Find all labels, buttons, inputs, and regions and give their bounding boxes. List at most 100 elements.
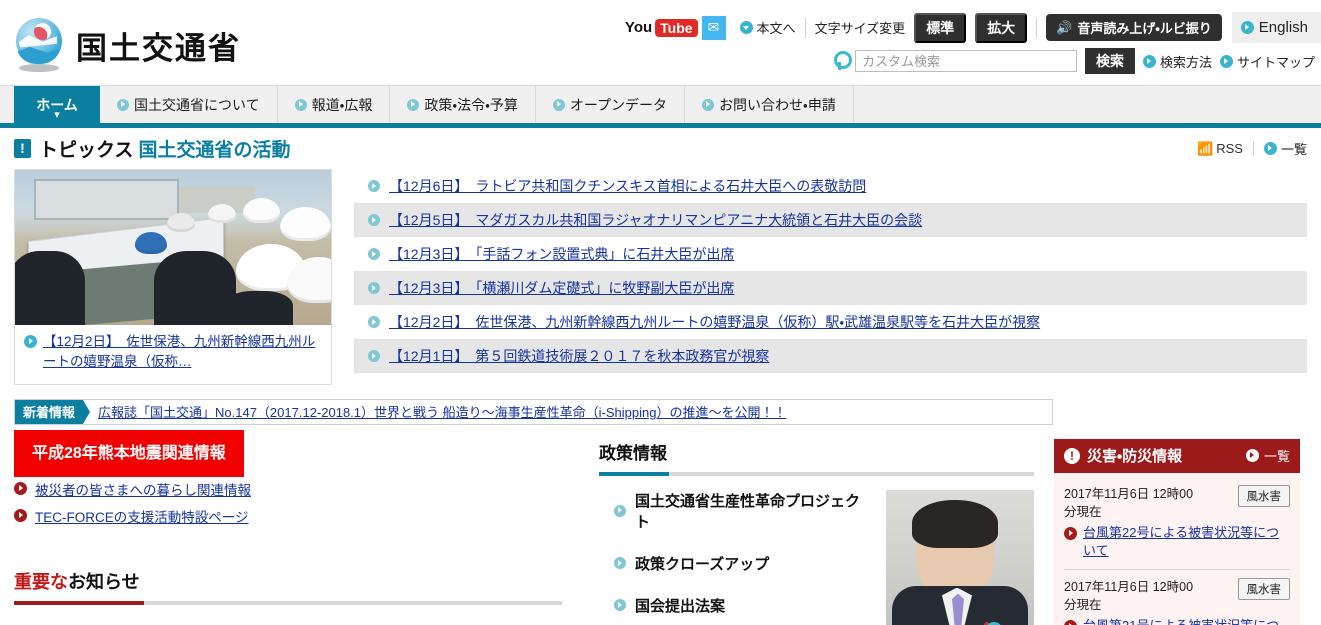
chevron-right-icon (1142, 54, 1156, 68)
header-utility-bar: You Tube ✉ 本文へ 文字サイズ変更 標準 拡大 🔊 音声読み上げ・ルビ振… (625, 12, 1321, 43)
chevron-right-icon (552, 98, 565, 111)
search-method-link[interactable]: 検索方法 (1142, 52, 1212, 71)
chevron-right-icon (294, 98, 307, 111)
voice-reader-button[interactable]: 🔊 音声読み上げ・ルビ振り (1046, 14, 1222, 41)
font-size-standard-button[interactable]: 標準 (914, 12, 967, 43)
chevron-right-icon (614, 557, 626, 569)
nav-item-about[interactable]: 国土交通省について (100, 86, 278, 123)
site-logo-link[interactable]: 国土交通省 (14, 18, 241, 72)
divider (804, 17, 806, 38)
chevron-right-icon (24, 335, 37, 348)
nav-item-opendata[interactable]: オープンデータ (536, 86, 686, 123)
chevron-right-icon (1245, 449, 1259, 462)
topics-featured-photo (15, 170, 331, 325)
nav-item-policy[interactable]: 政策・法令・予算 (390, 86, 536, 123)
chevron-right-icon (1064, 620, 1077, 625)
search-input[interactable] (854, 50, 1077, 72)
list-item[interactable]: 【12月3日】 「手話フォン設置式典」に石井大臣が出席 (354, 237, 1307, 271)
chevron-right-icon (1064, 526, 1077, 540)
list-item: 2017年11月6日 12時00分現在 風水害 台風第22号による被害状況等につ… (1064, 477, 1290, 571)
chevron-right-icon (614, 599, 626, 611)
topics-title: トピックス 国土交通省の活動 (39, 139, 291, 161)
speaker-icon: 🔊 (1056, 19, 1073, 35)
section-rule (599, 471, 1034, 476)
tag-arrow-icon (83, 399, 91, 424)
nav-item-home[interactable]: ホーム ▾ (14, 86, 100, 123)
topics-header: ! トピックス 国土交通省の活動 📶 RSS 一覧 (14, 132, 1307, 164)
list-item[interactable]: 【12月2日】 佐世保港、九州新幹線西九州ルートの嬉野温泉（仮称）駅・武雄温泉駅… (354, 305, 1307, 339)
disaster-items: 2017年11月6日 12時00分現在 風水害 台風第22号による被害状況等につ… (1054, 472, 1300, 625)
status-badge: 風水害 (1237, 484, 1290, 507)
rss-link[interactable]: 📶 RSS (1197, 141, 1243, 157)
topics-featured-card[interactable]: 【12月2日】 佐世保港、九州新幹線西九州ルートの嬉野温泉（仮称… (14, 169, 332, 385)
chevron-right-icon (368, 248, 380, 260)
list-item[interactable]: 【12月3日】 「横瀬川ダム定礎式」に牧野副大臣が出席 (354, 271, 1307, 305)
youtube-icon[interactable]: You Tube (625, 18, 698, 37)
left-column: 平成28年熊本地震関連情報 被災者の皆さまへの暮らし関連情報 TEC-FORCE… (14, 429, 562, 605)
new-information-tag: 新着情報 (15, 399, 84, 424)
topics-featured-caption[interactable]: 【12月2日】 佐世保港、九州新幹線西九州ルートの嬉野温泉（仮称… (15, 325, 331, 384)
left-column-links: 被災者の皆さまへの暮らし関連情報 TEC-FORCEの支援活動特設ページ (14, 479, 562, 526)
chevron-right-icon (117, 98, 129, 111)
list-item[interactable]: 【12月1日】 第５回鉄道技術展２０１７を秋本政務官が視察 (354, 339, 1307, 373)
list-item: 2017年11月6日 12時00分現在 風水害 台風第21号による被害状況等につ… (1064, 570, 1290, 625)
list-item[interactable]: 政策クローズアップ (599, 553, 872, 574)
chevron-right-icon (1219, 54, 1233, 68)
disaster-timestamp: 2017年11月6日 12時00分現在 (1064, 486, 1194, 519)
topics-section: ! トピックス 国土交通省の活動 📶 RSS 一覧 【12月2日】 佐世保港、九… (0, 123, 1321, 385)
policy-links: 国土交通省生産性革命プロジェクト 政策クローズアップ 国会提出法案 パブリックコ… (599, 490, 872, 625)
status-badge: 風水害 (1237, 578, 1290, 601)
kumamoto-earthquake-banner[interactable]: 平成28年熊本地震関連情報 (14, 429, 244, 477)
search-bar: 検索 検索方法 サイトマップ (833, 48, 1315, 74)
twitter-icon[interactable]: ✉ (701, 15, 726, 40)
disaster-timestamp: 2017年11月6日 12時00分現在 (1064, 580, 1194, 613)
list-item[interactable]: 【12月6日】 ラトビア共和国クチンスキス首相による石井大臣への表敬訪問 (354, 169, 1307, 203)
policy-information-column: 政策情報 国土交通省生産性革命プロジェクト 政策クローズアップ 国会提出法案 (562, 439, 1034, 625)
font-size-label: 文字サイズ変更 (814, 21, 906, 36)
chevron-right-icon (407, 98, 420, 111)
site-title: 国土交通省 (76, 30, 241, 66)
chevron-right-icon (368, 214, 380, 226)
chevron-right-icon (368, 180, 380, 192)
chevron-right-icon (1240, 21, 1254, 34)
new-information-bar: 新着情報 広報誌「国土交通」No.147（2017.12-2018.1）世界と戦… (14, 398, 1053, 425)
chevron-down-icon (739, 21, 753, 34)
disaster-panel-title: 災害・防災情報 (1087, 448, 1183, 465)
list-item[interactable]: 被災者の皆さまへの暮らし関連情報 (14, 479, 562, 499)
font-size-large-button[interactable]: 拡大 (975, 12, 1028, 43)
nav-item-press[interactable]: 報道・広報 (278, 86, 391, 123)
important-notices-title: 重要なお知らせ (14, 571, 140, 592)
disaster-information-panel: ! 災害・防災情報 一覧 2017年11月6日 12時00分現在 風水害 台風第… (1054, 438, 1300, 625)
chevron-right-icon (368, 316, 380, 328)
chevron-right-icon (1263, 141, 1277, 155)
site-header: 国土交通省 You Tube ✉ 本文へ 文字サイズ変更 標準 拡大 🔊 音声読み… (0, 0, 1321, 85)
list-item[interactable]: TEC-FORCEの支援活動特設ページ (14, 506, 562, 526)
search-pin-icon (833, 51, 852, 71)
english-language-link[interactable]: English (1231, 12, 1321, 43)
disaster-panel-header: ! 災害・防災情報 一覧 (1054, 438, 1300, 473)
divider (1252, 140, 1254, 156)
nav-item-contact[interactable]: お問い合わせ・申請 (685, 86, 854, 123)
chevron-right-icon (14, 509, 27, 522)
exclamation-circle-icon: ! (1064, 447, 1080, 464)
list-item[interactable]: 【12月5日】 マダガスカル共和国ラジャオナリマンピアニナ大統領と石井大臣の会談 (354, 203, 1307, 237)
skip-to-content-link[interactable]: 本文へ (739, 18, 796, 37)
section-rule (14, 600, 562, 605)
chevron-right-icon (702, 98, 715, 111)
sitemap-link[interactable]: サイトマップ (1219, 52, 1315, 71)
social-links: You Tube ✉ (625, 15, 726, 40)
list-item[interactable]: 国会提出法案 (599, 595, 872, 616)
global-navigation: ホーム ▾ 国土交通省について 報道・広報 政策・法令・予算 オープンデータ お… (0, 85, 1321, 128)
chevron-right-icon (368, 282, 380, 294)
accessibility-controls: 本文へ 文字サイズ変更 標準 拡大 🔊 音声読み上げ・ルビ振り (739, 12, 1222, 43)
exclamation-icon: ! (14, 138, 31, 158)
new-information-text: 広報誌「国土交通」No.147（2017.12-2018.1）世界と戦う 船造り… (98, 405, 787, 420)
ministry-swirl-logo-icon (14, 18, 64, 72)
list-item[interactable]: 国土交通省生産性革命プロジェクト (599, 490, 872, 532)
topics-list-all-link[interactable]: 一覧 (1263, 139, 1307, 158)
search-submit-button[interactable]: 検索 (1084, 48, 1135, 74)
rss-icon: 📶 (1197, 141, 1214, 156)
disaster-list-all-link[interactable]: 一覧 (1245, 446, 1290, 465)
main-content-grid: 平成28年熊本地震関連情報 被災者の皆さまへの暮らし関連情報 TEC-FORCE… (0, 429, 1321, 625)
topics-list: 【12月6日】 ラトビア共和国クチンスキス首相による石井大臣への表敬訪問 【12… (354, 169, 1307, 385)
